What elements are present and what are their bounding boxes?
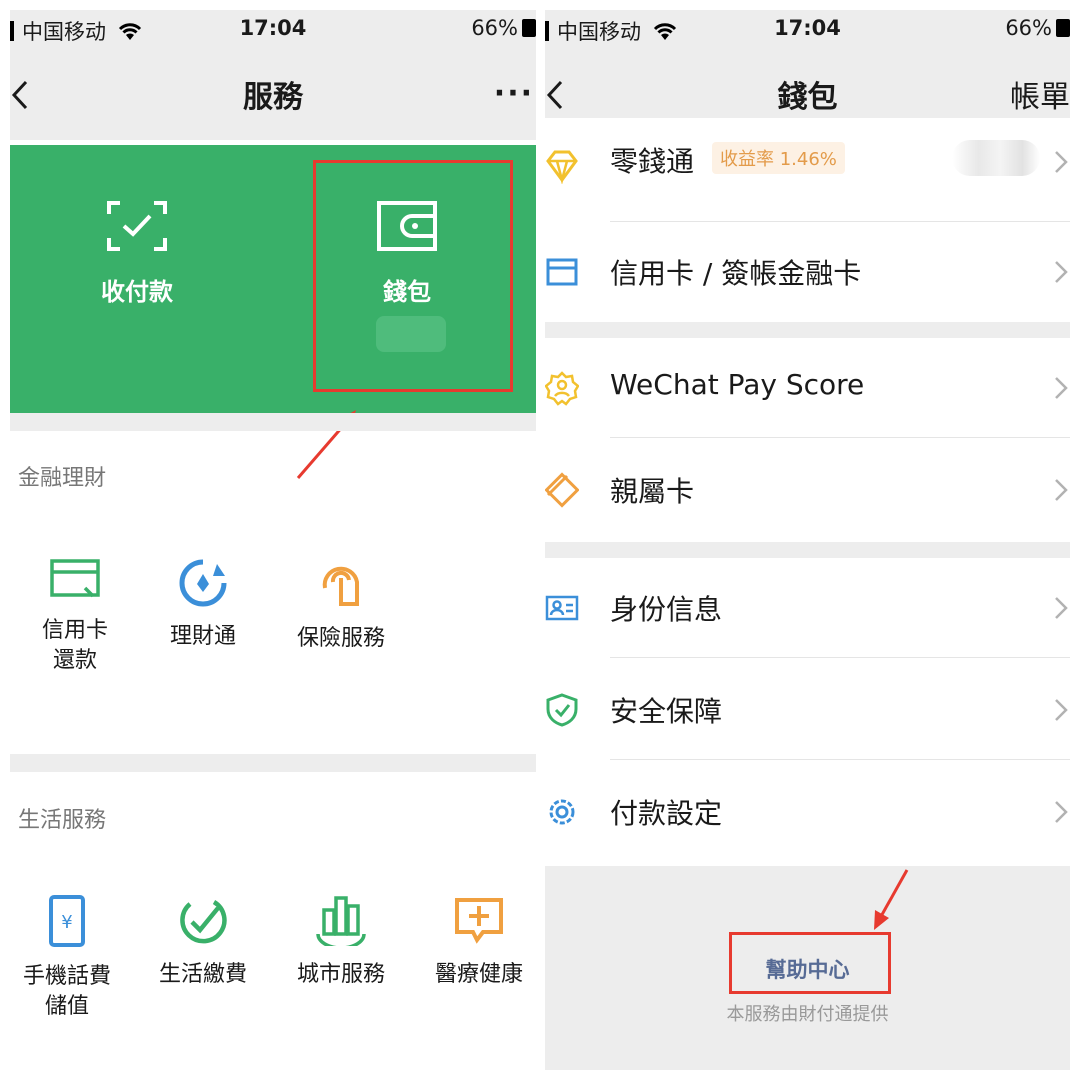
battery: 66% <box>1005 16 1070 40</box>
wallet-highlight-box <box>313 160 513 392</box>
battery-icon <box>1056 19 1070 37</box>
chevron-right-icon <box>1055 699 1068 721</box>
receive-payment-button[interactable]: 收付款 <box>22 200 252 307</box>
provider-note: 本服務由財付通提供 <box>726 1004 889 1025</box>
credit-card-repay-button[interactable]: 信用卡 還款 <box>10 558 140 676</box>
red-arrow-icon <box>874 869 909 930</box>
wealth-button[interactable]: 理財通 <box>138 558 268 652</box>
city-services-label: 城市服務 <box>296 962 385 987</box>
city-services-button[interactable]: 城市服務 <box>276 894 406 990</box>
insurance-button[interactable]: 保險服務 <box>276 558 406 654</box>
row-divider <box>610 657 1070 658</box>
chevron-right-icon <box>1055 377 1068 399</box>
pay-score-label: WeChat Pay Score <box>610 368 865 401</box>
list-item-change-wallet[interactable]: 零錢通 收益率 1.46% <box>545 118 1070 222</box>
credit-card-repay-label: 信用卡 還款 <box>41 618 108 673</box>
battery-icon <box>522 19 536 37</box>
pay-score-icon <box>545 371 579 406</box>
section-gap <box>545 542 1070 558</box>
family-card-label: 親屬卡 <box>610 475 695 508</box>
list-item-security[interactable]: 安全保障 <box>545 660 1070 760</box>
section-gap <box>10 413 536 431</box>
nav-bar: 服務 ··· <box>10 50 536 140</box>
list-item-payment-settings[interactable]: 付款設定 <box>545 762 1070 862</box>
battery-level: 66% <box>1005 16 1052 40</box>
row-divider <box>610 437 1070 438</box>
list-item-pay-score[interactable]: WeChat Pay Score <box>545 338 1070 438</box>
id-card-icon <box>545 595 579 621</box>
clock: 17:04 <box>239 16 307 40</box>
chevron-right-icon <box>1055 801 1068 823</box>
chevron-right-icon <box>1055 261 1068 283</box>
wallet-screen: 中国移动 17:04 66% 錢包 帳單 零錢通 收益率 1.46% 信用卡 /… <box>545 10 1070 1070</box>
medical-button[interactable]: 醫療健康 <box>414 894 536 990</box>
medical-icon <box>455 898 503 944</box>
gear-icon <box>549 799 575 825</box>
help-highlight-box <box>729 932 891 994</box>
payment-settings-label: 付款設定 <box>610 797 723 830</box>
card-icon <box>546 258 578 286</box>
shield-icon <box>546 693 578 727</box>
page-title: 錢包 <box>777 80 838 115</box>
identity-label: 身份信息 <box>610 593 723 626</box>
wallet-list-group-2: WeChat Pay Score 親屬卡 <box>545 338 1070 542</box>
chevron-right-icon <box>1055 479 1068 501</box>
wallet-footer: 幫助中心 本服務由財付通提供 <box>545 866 1070 1070</box>
cards-label: 信用卡 / 簽帳金融卡 <box>610 257 862 290</box>
yield-rate-badge: 收益率 1.46% <box>712 142 845 174</box>
section-gap <box>10 754 536 772</box>
change-wallet-label: 零錢通 <box>610 145 695 178</box>
wallet-list-group-1: 零錢通 收益率 1.46% 信用卡 / 簽帳金融卡 <box>545 118 1070 322</box>
battery-level: 66% <box>471 16 518 40</box>
chevron-right-icon <box>1055 597 1068 619</box>
city-icon <box>316 896 366 946</box>
wallet-list-group-3: 身份信息 安全保障 付款設定 <box>545 558 1070 866</box>
utilities-button[interactable]: 生活繳費 <box>138 894 268 990</box>
mobile-topup-label: 手機話費 儲值 <box>22 964 111 1019</box>
section-gap <box>545 322 1070 338</box>
services-screen: 中国移动 17:04 66% 服務 ··· 收付款 錢包 金融理財 信用卡 還款… <box>10 10 536 1070</box>
status-bar: 中国移动 17:04 66% <box>545 10 1070 50</box>
blurred-amount <box>952 140 1040 176</box>
finance-section-title: 金融理財 <box>18 466 107 491</box>
receive-payment-label: 收付款 <box>101 278 173 306</box>
clock: 17:04 <box>774 16 841 40</box>
row-divider <box>610 759 1070 760</box>
mobile-topup-icon: ¥ <box>49 895 85 947</box>
security-label: 安全保障 <box>610 695 723 728</box>
list-item-family-card[interactable]: 親屬卡 <box>545 440 1070 540</box>
utilities-icon <box>180 900 227 944</box>
medical-label: 醫療健康 <box>434 962 523 987</box>
more-menu-button[interactable]: ··· <box>494 76 534 111</box>
battery: 66% <box>471 16 536 40</box>
svg-text:¥: ¥ <box>61 912 72 933</box>
diamond-icon <box>546 150 578 184</box>
list-item-identity[interactable]: 身份信息 <box>545 558 1070 658</box>
page-title: 服務 <box>243 80 303 115</box>
credit-card-icon <box>50 559 100 598</box>
mobile-topup-button[interactable]: ¥ 手機話費 儲值 <box>10 894 132 1022</box>
life-section-title: 生活服務 <box>18 808 107 833</box>
wealth-label: 理財通 <box>169 624 236 649</box>
wealth-icon <box>179 559 227 607</box>
bills-button[interactable]: 帳單 <box>1010 72 1070 116</box>
family-card-icon <box>545 472 579 508</box>
status-bar: 中国移动 17:04 66% <box>10 10 536 50</box>
insurance-icon <box>322 566 359 606</box>
insurance-label: 保險服務 <box>296 626 385 651</box>
scan-check-icon <box>107 201 167 251</box>
utilities-label: 生活繳費 <box>158 962 247 987</box>
chevron-right-icon <box>1055 151 1068 173</box>
list-item-cards[interactable]: 信用卡 / 簽帳金融卡 <box>545 222 1070 322</box>
